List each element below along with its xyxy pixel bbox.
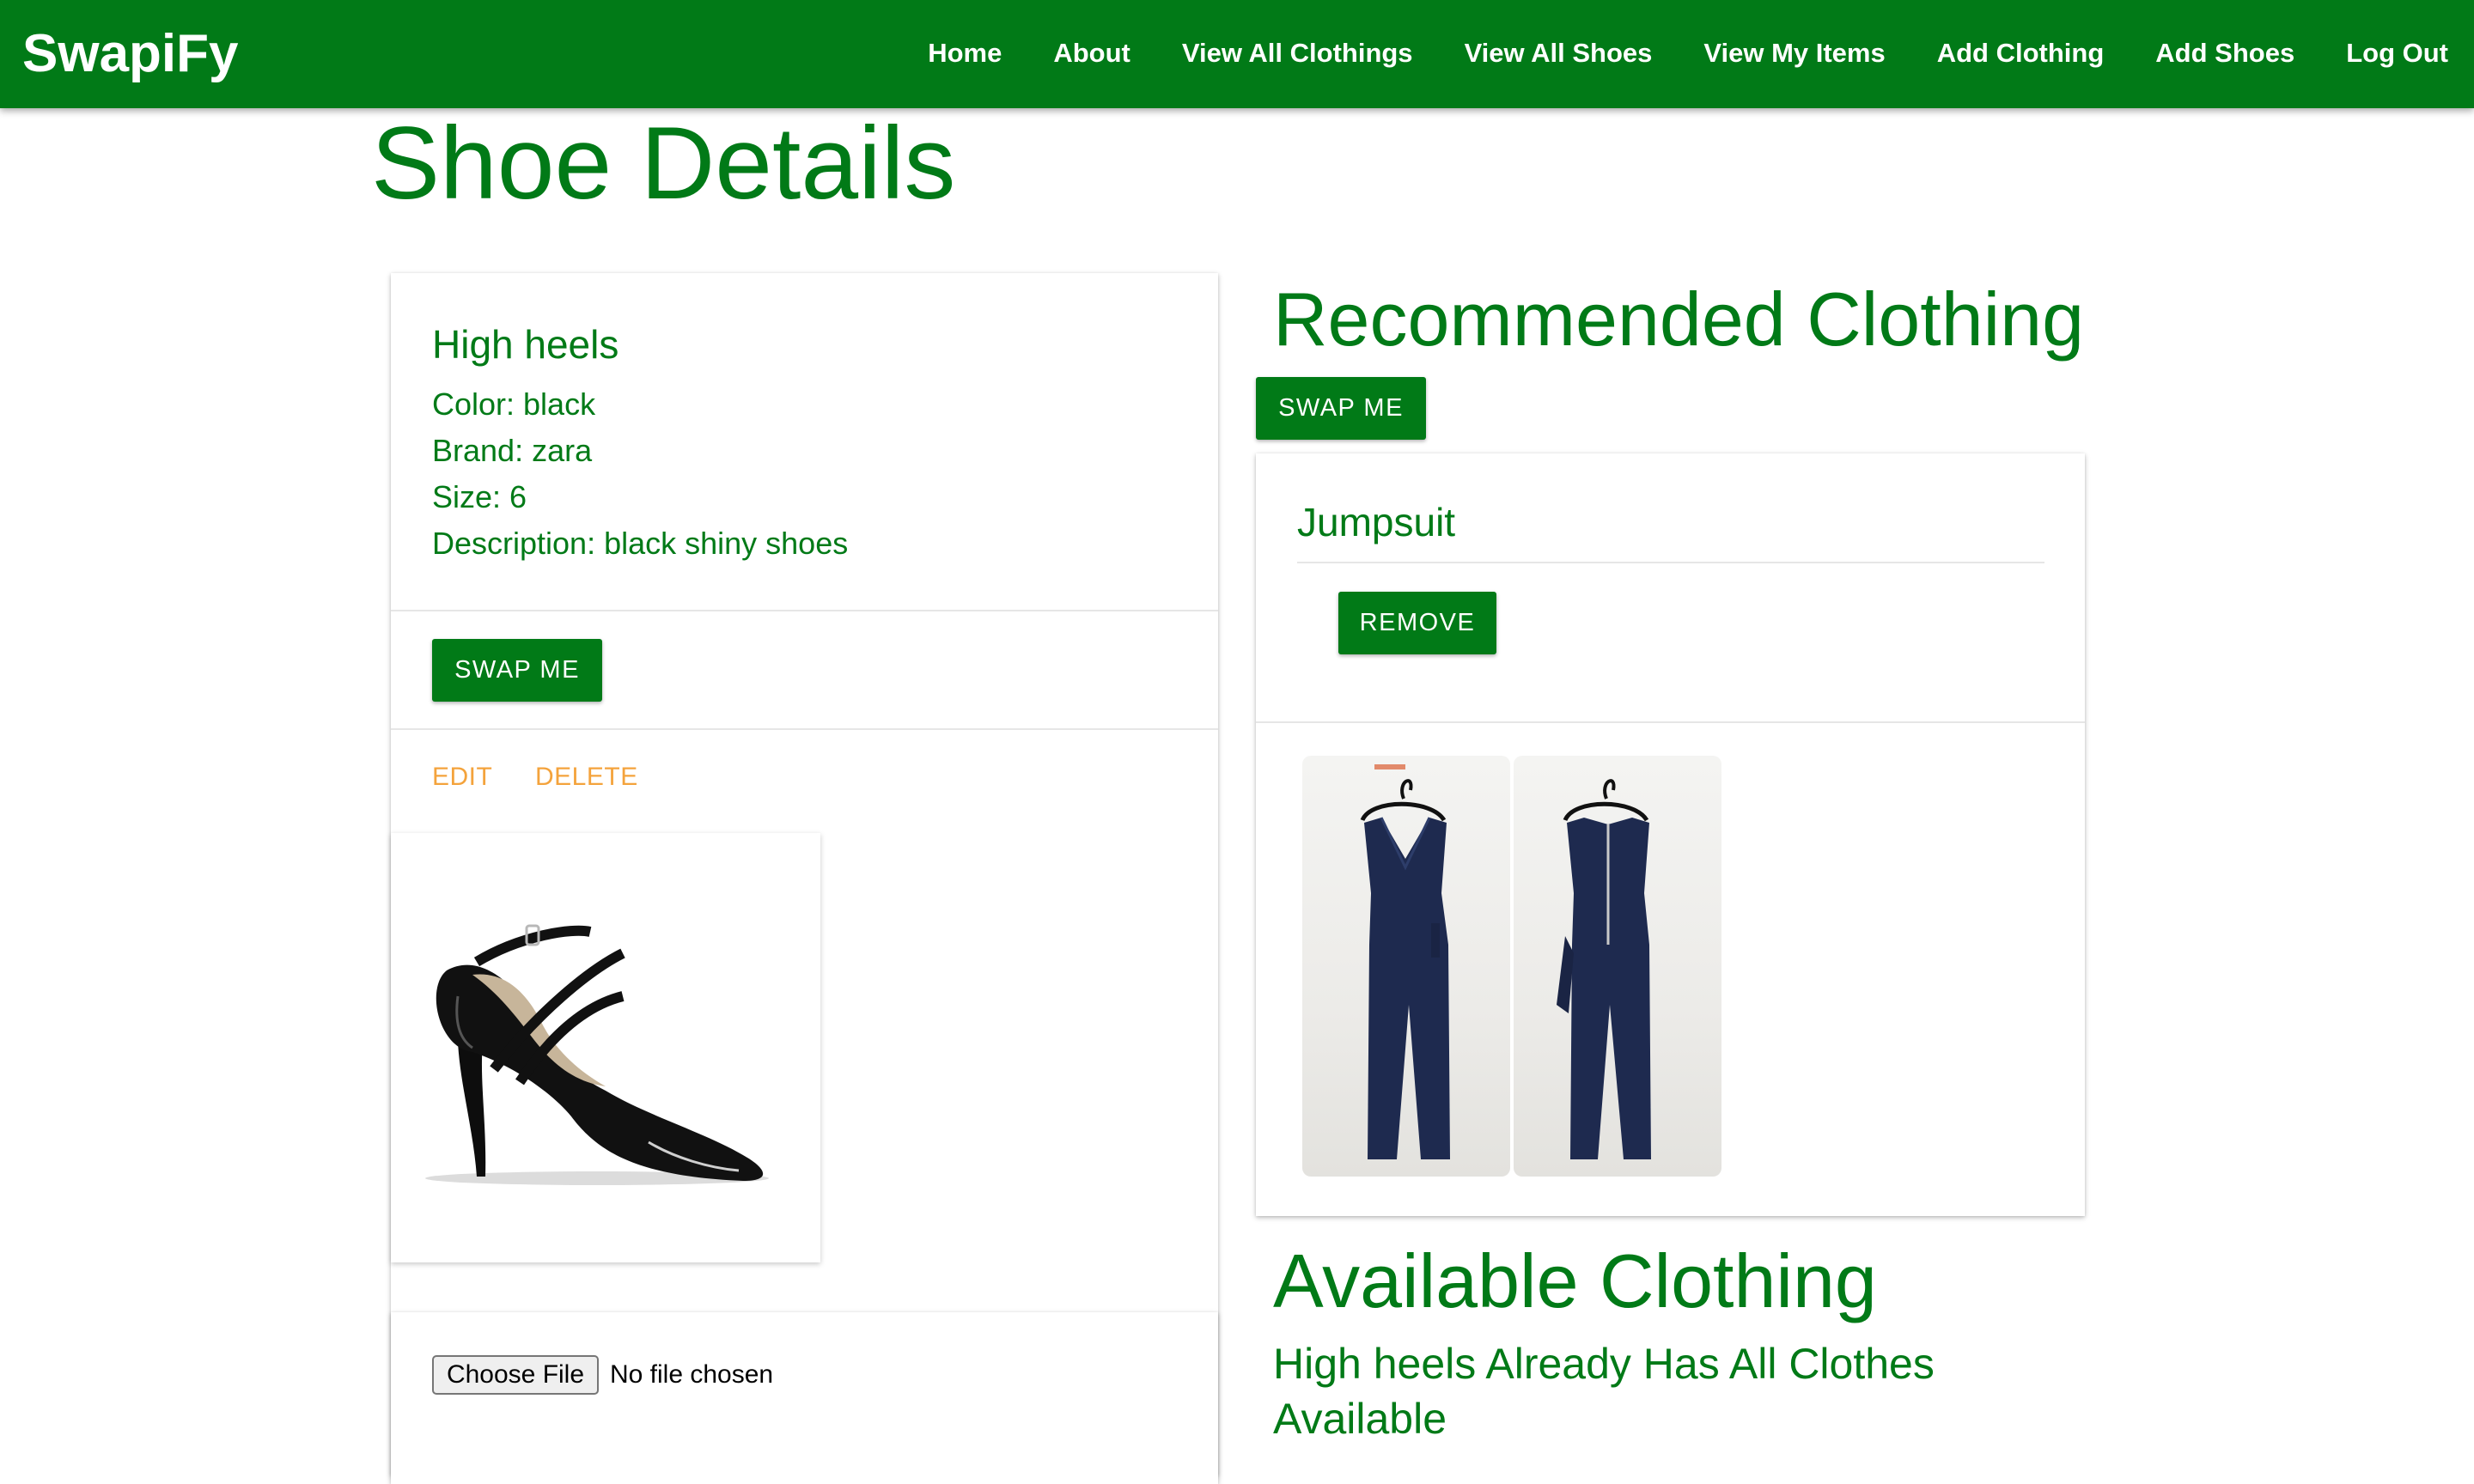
nav-view-all-shoes[interactable]: View All Shoes: [1465, 36, 1653, 70]
available-clothing-message: High heels Already Has All Clothes Avail…: [1273, 1340, 1935, 1443]
nav-view-all-clothings[interactable]: View All Clothings: [1182, 36, 1413, 70]
nav-add-shoes[interactable]: Add Shoes: [2155, 36, 2294, 70]
remove-button[interactable]: REMOVE: [1338, 592, 1496, 654]
recommended-clothing-title: Recommended Clothing: [1273, 277, 2085, 362]
page-title: Shoe Details: [371, 106, 956, 221]
top-navbar: SwapiFy Home About View All Clothings Vi…: [0, 0, 2474, 108]
shoe-name: High heels: [432, 322, 619, 367]
shoe-size: Size: 6: [432, 479, 527, 514]
jumpsuit-front-photo: [1302, 756, 1510, 1177]
clothing-name: Jumpsuit: [1297, 500, 1456, 544]
nav-log-out[interactable]: Log Out: [2346, 36, 2448, 70]
shoe-description: Description: black shiny shoes: [432, 526, 849, 561]
swap-me-recommended-button[interactable]: SWAP ME: [1256, 377, 1426, 440]
card-divider: [1297, 562, 2044, 563]
file-status: No file chosen: [610, 1360, 774, 1389]
shoe-color: Color: black: [432, 386, 596, 422]
available-clothing-title: Available Clothing: [1273, 1238, 1877, 1323]
shoe-photo-card: [391, 833, 820, 1262]
edit-link[interactable]: EDIT: [432, 763, 492, 792]
brand-logo[interactable]: SwapiFy: [22, 22, 239, 86]
jumpsuit-back-photo: [1514, 756, 1721, 1177]
shoe-detail-card: High heels Color: black Brand: zara Size…: [391, 273, 1218, 1475]
upload-card: Choose File No file chosen: [391, 1312, 1218, 1484]
delete-link[interactable]: DELETE: [535, 763, 638, 792]
nav-about[interactable]: About: [1053, 36, 1130, 70]
card-divider: [391, 610, 1218, 611]
shoe-image: [425, 924, 769, 1185]
choose-file-button[interactable]: Choose File: [432, 1355, 599, 1395]
card-divider: [1256, 721, 2085, 723]
nav-links: Home About View All Clothings View All S…: [876, 36, 2448, 70]
card-divider: [391, 728, 1218, 730]
recommended-clothing-card: Jumpsuit REMOVE: [1256, 453, 2085, 1216]
nav-add-clothing[interactable]: Add Clothing: [1937, 36, 2105, 70]
nav-view-my-items[interactable]: View My Items: [1703, 36, 1885, 70]
shoe-brand: Brand: zara: [432, 433, 593, 468]
nav-home[interactable]: Home: [928, 36, 1002, 70]
swap-me-button[interactable]: SWAP ME: [432, 639, 602, 702]
